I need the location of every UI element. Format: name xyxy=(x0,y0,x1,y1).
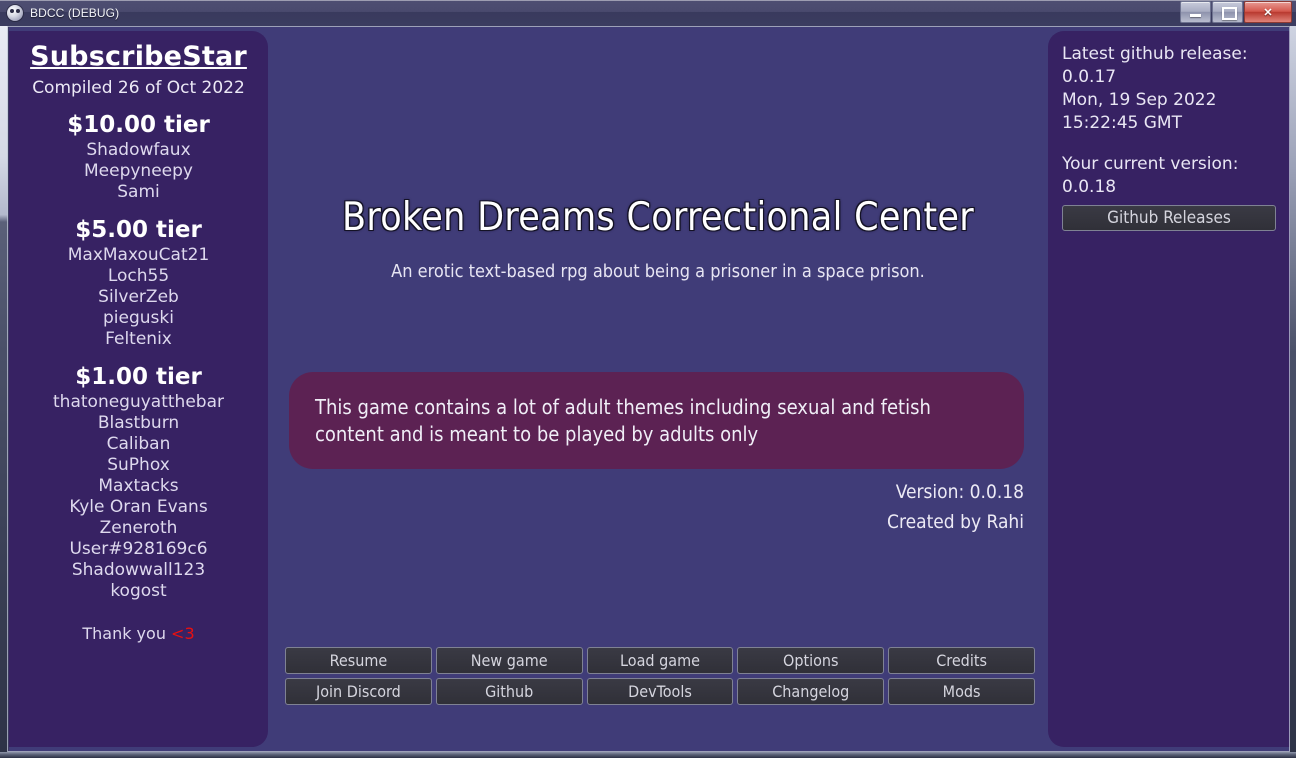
options-button[interactable]: Options xyxy=(737,647,885,674)
compiled-date-label: Compiled 26 of Oct 2022 xyxy=(32,78,245,98)
latest-release-version: 0.0.17 xyxy=(1062,67,1117,87)
supporter-name: Sami xyxy=(117,182,160,202)
tier-group-1: $1.00 tier thatoneguyatthebar Blastburn … xyxy=(9,364,268,602)
github-button[interactable]: Github xyxy=(435,678,583,705)
supporter-name: Loch55 xyxy=(107,266,170,286)
supporter-name: Blastburn xyxy=(97,413,180,433)
version-info-panel: Latest github release: 0.0.17 Mon, 19 Se… xyxy=(1048,31,1290,747)
supporter-name: kogost xyxy=(110,581,167,601)
page-title: Broken Dreams Correctional Center xyxy=(341,195,974,240)
close-icon: ✕ xyxy=(1263,6,1273,19)
thank-you-message: Thank you <3 xyxy=(9,624,268,643)
heart-icon: <3 xyxy=(171,624,195,643)
supporter-name: Feltenix xyxy=(105,329,172,349)
subscribestar-heading[interactable]: SubscribeStar xyxy=(9,41,268,72)
credits-button[interactable]: Credits xyxy=(888,647,1035,674)
current-version-label: Your current version: xyxy=(1062,154,1239,174)
maximize-button[interactable] xyxy=(1212,1,1243,23)
main-menu-buttons: Resume New game Load game Options Credit… xyxy=(285,647,1035,705)
adult-content-warning: This game contains a lot of adult themes… xyxy=(289,372,1024,469)
supporters-sidebar: SubscribeStar Compiled 26 of Oct 2022 $1… xyxy=(9,31,268,747)
mods-button[interactable]: Mods xyxy=(888,678,1035,705)
window-border-right xyxy=(1290,26,1296,752)
main-content: Broken Dreams Correctional Center An ero… xyxy=(268,27,1048,751)
supporter-name: SuPhox xyxy=(107,455,170,475)
tier-title: $10.00 tier xyxy=(67,112,210,138)
window-border-bottom xyxy=(0,752,1296,758)
devtools-button[interactable]: DevTools xyxy=(586,678,734,705)
supporter-name: Meepyneepy xyxy=(84,161,193,181)
thank-you-text: Thank you xyxy=(82,624,172,643)
author-label: Created by Rahi xyxy=(887,511,1024,533)
new-game-button[interactable]: New game xyxy=(435,647,583,674)
latest-release-date: Mon, 19 Sep 2022 xyxy=(1062,90,1217,110)
latest-release-label: Latest github release: xyxy=(1062,44,1248,64)
tier-title: $5.00 tier xyxy=(75,217,202,243)
window-title: BDCC (DEBUG) xyxy=(30,6,120,20)
github-releases-button[interactable]: Github Releases xyxy=(1062,205,1276,231)
minimize-button[interactable] xyxy=(1180,1,1211,23)
window-controls: ✕ xyxy=(1180,1,1292,23)
tier-group-10: $10.00 tier Shadowfaux Meepyneepy Sami xyxy=(9,112,268,203)
maximize-icon xyxy=(1222,7,1237,20)
supporter-name: Kyle Oran Evans xyxy=(69,497,208,517)
supporter-name: pieguski xyxy=(103,308,174,328)
app-mask-icon xyxy=(7,5,23,21)
current-version-value: 0.0.18 xyxy=(1062,177,1117,197)
game-viewport: SubscribeStar Compiled 26 of Oct 2022 $1… xyxy=(9,27,1290,751)
supporter-name: Shadowwall123 xyxy=(71,560,206,580)
supporter-name: thatoneguyatthebar xyxy=(53,392,224,412)
tier-title: $1.00 tier xyxy=(75,364,202,390)
window-titlebar[interactable]: BDCC (DEBUG) ✕ xyxy=(0,0,1296,26)
supporter-name: SilverZeb xyxy=(98,287,179,307)
supporter-name: Caliban xyxy=(106,434,171,454)
resume-button[interactable]: Resume xyxy=(285,647,432,674)
supporter-name: Maxtacks xyxy=(98,476,179,496)
tier-group-5: $5.00 tier MaxMaxouCat21 Loch55 SilverZe… xyxy=(9,217,268,350)
changelog-button[interactable]: Changelog xyxy=(737,678,885,705)
page-subtitle: An erotic text-based rpg about being a p… xyxy=(391,261,925,282)
application-window: BDCC (DEBUG) ✕ SubscribeStar Compiled 26… xyxy=(0,0,1296,758)
supporter-name: MaxMaxouCat21 xyxy=(67,245,210,265)
supporter-name: Shadowfaux xyxy=(86,140,191,160)
close-button[interactable]: ✕ xyxy=(1244,1,1292,23)
adult-content-warning-text: This game contains a lot of adult themes… xyxy=(315,394,931,446)
supporter-name: Zeneroth xyxy=(99,518,178,538)
version-label: Version: 0.0.18 xyxy=(895,481,1024,503)
load-game-button[interactable]: Load game xyxy=(586,647,734,674)
window-border-left xyxy=(0,26,8,752)
supporter-name: User#928169c6 xyxy=(69,539,208,559)
minimize-icon xyxy=(1190,14,1201,17)
latest-release-time: 15:22:45 GMT xyxy=(1062,113,1182,133)
join-discord-button[interactable]: Join Discord xyxy=(285,678,432,705)
